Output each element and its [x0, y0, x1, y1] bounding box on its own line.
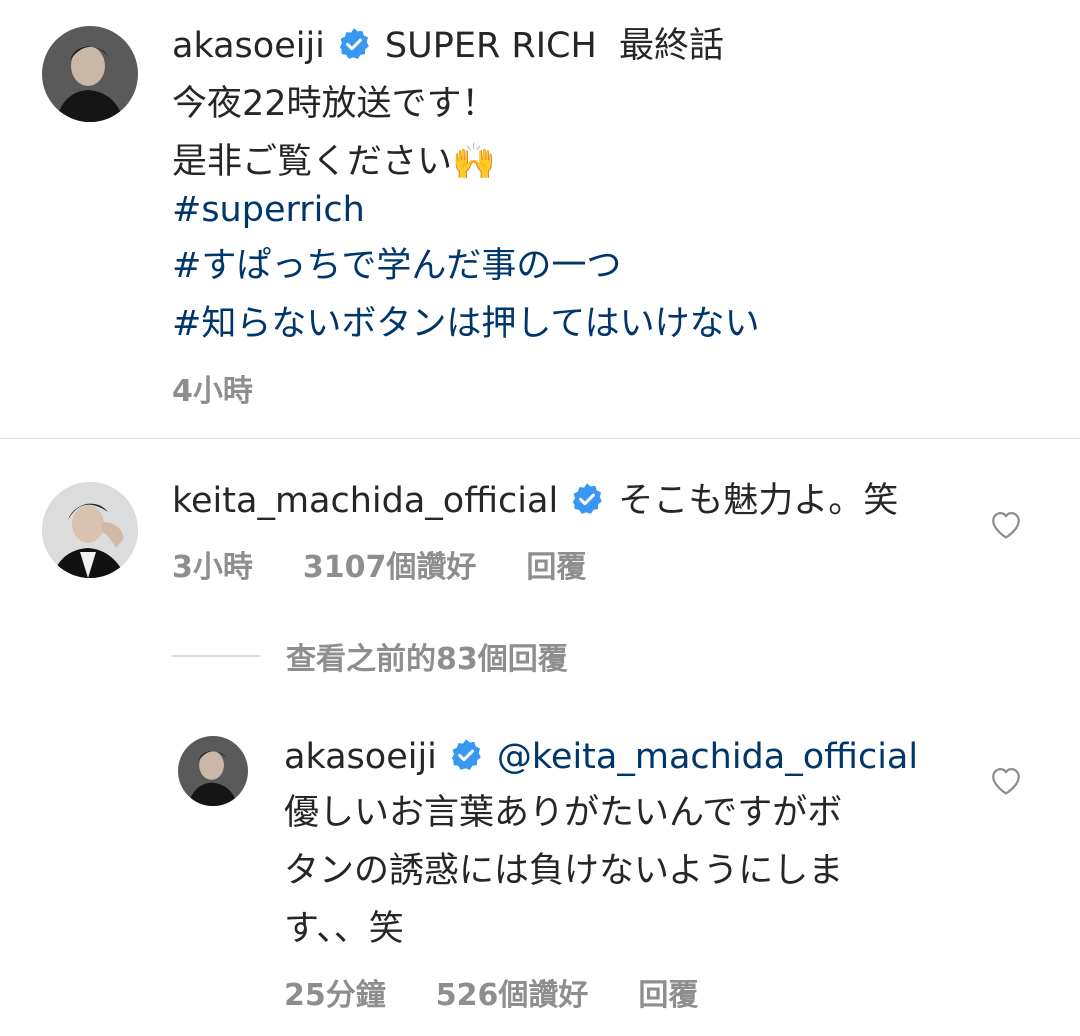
avatar-photo — [178, 736, 248, 806]
reply-username[interactable]: akasoeiji — [284, 737, 437, 777]
comment-meta: 3小時 3107個讚好 回覆 — [172, 542, 636, 586]
post-avatar[interactable] — [42, 26, 138, 122]
reply-text-line-1: 優しいお言葉ありがたいんですがボ — [284, 793, 843, 833]
hashtag-link[interactable]: #知らないボタンは押してはいけない — [172, 295, 760, 353]
reply-text-line-3: す、、笑 — [284, 909, 404, 949]
comment-body: keita_machida_official そこも魅力よ。笑 — [172, 472, 898, 530]
reply-likes[interactable]: 526個讚好 — [436, 978, 589, 1013]
hashtag-link[interactable]: #superrich — [172, 181, 365, 239]
comment-reply-button[interactable]: 回覆 — [526, 550, 586, 585]
reply-reply-button[interactable]: 回覆 — [638, 978, 698, 1013]
heart-icon[interactable] — [989, 764, 1023, 796]
view-previous-label: 查看之前的83個回覆 — [286, 642, 568, 677]
avatar-photo — [42, 482, 138, 578]
reply-mention[interactable]: @keita_machida_official — [497, 737, 918, 777]
avatar-photo — [42, 26, 138, 122]
post-title-text: SUPER RICH 最終話 — [384, 26, 725, 66]
reply-avatar[interactable] — [178, 736, 248, 806]
post-timestamp: 4小時 — [172, 374, 253, 409]
post-username[interactable]: akasoeiji — [172, 26, 325, 66]
comment-timestamp: 3小時 — [172, 550, 253, 585]
heart-icon[interactable] — [989, 508, 1023, 540]
thread-line — [172, 655, 260, 657]
reply-timestamp: 25分鐘 — [284, 978, 386, 1013]
caption-line-1: 今夜22時放送です！ — [172, 84, 497, 124]
view-previous-replies[interactable]: 查看之前的83個回覆 — [172, 636, 568, 677]
post-header: akasoeiji SUPER RICH 最終話 — [172, 17, 724, 75]
divider — [0, 438, 1080, 439]
verified-badge-icon — [449, 738, 483, 772]
comment-likes[interactable]: 3107個讚好 — [303, 550, 477, 585]
reply-text-line-2: タンの誘惑には負けないようにしま — [284, 851, 844, 891]
comment-avatar[interactable] — [42, 482, 138, 578]
comment-username[interactable]: keita_machida_official — [172, 481, 558, 521]
reply-meta: 25分鐘 526個讚好 回覆 — [284, 970, 748, 1014]
verified-badge-icon — [570, 482, 604, 516]
hashtag-link[interactable]: #すぱっちで学んだ事の一つ — [172, 237, 621, 295]
verified-badge-icon — [337, 27, 371, 61]
comment-text: そこも魅力よ。笑 — [618, 481, 899, 521]
reply-header: akasoeiji @keita_machida_official — [284, 728, 918, 786]
